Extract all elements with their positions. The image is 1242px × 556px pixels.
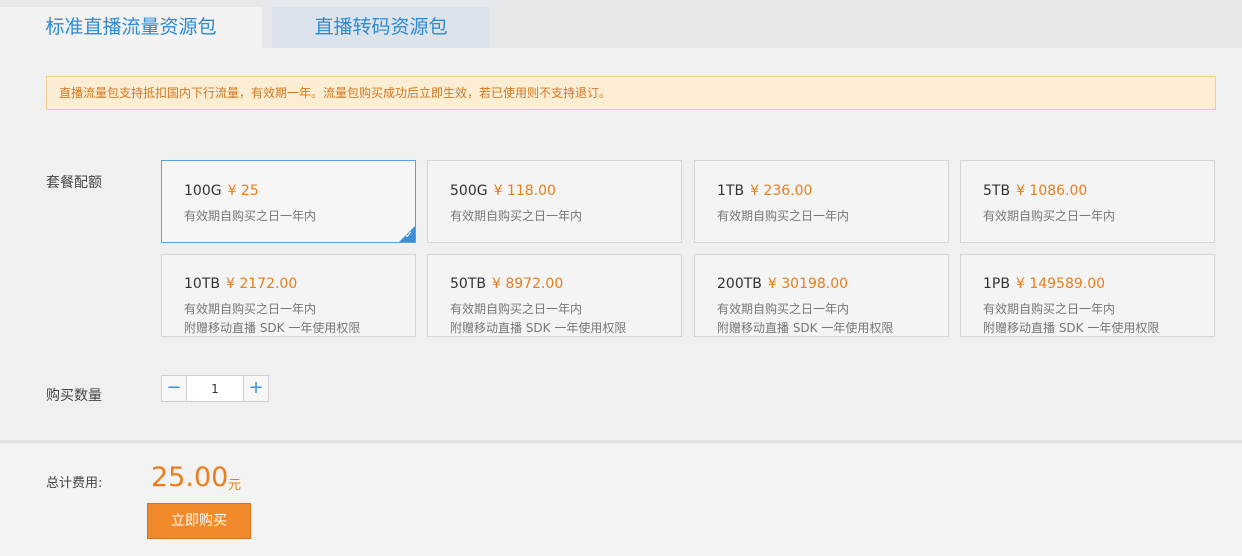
- package-card-1tb[interactable]: 1TB ¥ 236.00 有效期自购买之日一年内: [694, 160, 949, 243]
- tab-standard-traffic[interactable]: 标准直播流量资源包: [0, 7, 262, 49]
- package-card-500g[interactable]: 500G ¥ 118.00 有效期自购买之日一年内: [427, 160, 682, 243]
- package-title: 1PB ¥ 149589.00: [983, 276, 1106, 292]
- buy-now-button[interactable]: 立即购买: [147, 503, 251, 539]
- package-title: 1TB ¥ 236.00: [717, 183, 813, 199]
- package-price: ¥ 30198.00: [767, 276, 849, 292]
- package-label: 套餐配额: [46, 175, 102, 191]
- total-label: 总计费用:: [46, 476, 103, 491]
- package-validity: 有效期自购买之日一年内: [983, 209, 1116, 223]
- package-title: 200TB ¥ 30198.00: [717, 276, 849, 292]
- package-title: 5TB ¥ 1086.00: [983, 183, 1088, 199]
- tab-bar: 标准直播流量资源包 直播转码资源包: [0, 0, 1242, 49]
- package-card-200tb[interactable]: 200TB ¥ 30198.00 有效期自购买之日一年内 附赠移动直播 SDK 一…: [694, 254, 949, 337]
- quantity-input[interactable]: [187, 376, 243, 401]
- decrement-button[interactable]: −: [162, 376, 187, 401]
- package-validity: 有效期自购买之日一年内: [184, 209, 317, 223]
- total-unit: 元: [228, 478, 242, 493]
- total-amount: 25.00: [151, 462, 229, 493]
- package-price: ¥ 8972.00: [491, 276, 564, 292]
- tab-transcode[interactable]: 直播转码资源包: [272, 7, 490, 48]
- package-card-50tb[interactable]: 50TB ¥ 8972.00 有效期自购买之日一年内 附赠移动直播 SDK 一年使…: [427, 254, 682, 337]
- package-title: 50TB ¥ 8972.00: [450, 276, 564, 292]
- quantity-label: 购买数量: [46, 388, 102, 404]
- package-price: ¥ 118.00: [493, 183, 556, 199]
- package-price: ¥ 2172.00: [225, 276, 298, 292]
- package-validity: 有效期自购买之日一年内: [450, 302, 583, 316]
- package-extra: 附赠移动直播 SDK 一年使用权限: [450, 321, 627, 335]
- package-title: 500G ¥ 118.00: [450, 183, 556, 199]
- quantity-stepper: − +: [161, 375, 269, 402]
- package-price: ¥ 149589.00: [1015, 276, 1106, 292]
- package-extra: 附赠移动直播 SDK 一年使用权限: [717, 321, 894, 335]
- package-validity: 有效期自购买之日一年内: [450, 209, 583, 223]
- package-card-10tb[interactable]: 10TB ¥ 2172.00 有效期自购买之日一年内 附赠移动直播 SDK 一年使…: [161, 254, 416, 337]
- footer-panel: [0, 443, 1242, 556]
- package-validity: 有效期自购买之日一年内: [717, 209, 850, 223]
- package-validity: 有效期自购买之日一年内: [717, 302, 850, 316]
- package-validity: 有效期自购买之日一年内: [983, 302, 1116, 316]
- check-icon: ✓: [404, 230, 413, 241]
- package-price: ¥ 25: [227, 183, 259, 199]
- package-card-100g[interactable]: 100G ¥ 25 有效期自购买之日一年内 ✓: [161, 160, 416, 243]
- package-price: ¥ 236.00: [750, 183, 813, 199]
- package-extra: 附赠移动直播 SDK 一年使用权限: [983, 321, 1160, 335]
- package-extra: 附赠移动直播 SDK 一年使用权限: [184, 321, 361, 335]
- package-validity: 有效期自购买之日一年内: [184, 302, 317, 316]
- notice-banner: 直播流量包支持抵扣国内下行流量，有效期一年。流量包购买成功后立即生效，若已使用则…: [46, 76, 1216, 110]
- package-title: 100G ¥ 25: [184, 183, 259, 199]
- package-card-1pb[interactable]: 1PB ¥ 149589.00 有效期自购买之日一年内 附赠移动直播 SDK 一年…: [960, 254, 1215, 337]
- package-card-5tb[interactable]: 5TB ¥ 1086.00 有效期自购买之日一年内: [960, 160, 1215, 243]
- package-price: ¥ 1086.00: [1016, 183, 1088, 199]
- package-title: 10TB ¥ 2172.00: [184, 276, 298, 292]
- increment-button[interactable]: +: [243, 376, 268, 401]
